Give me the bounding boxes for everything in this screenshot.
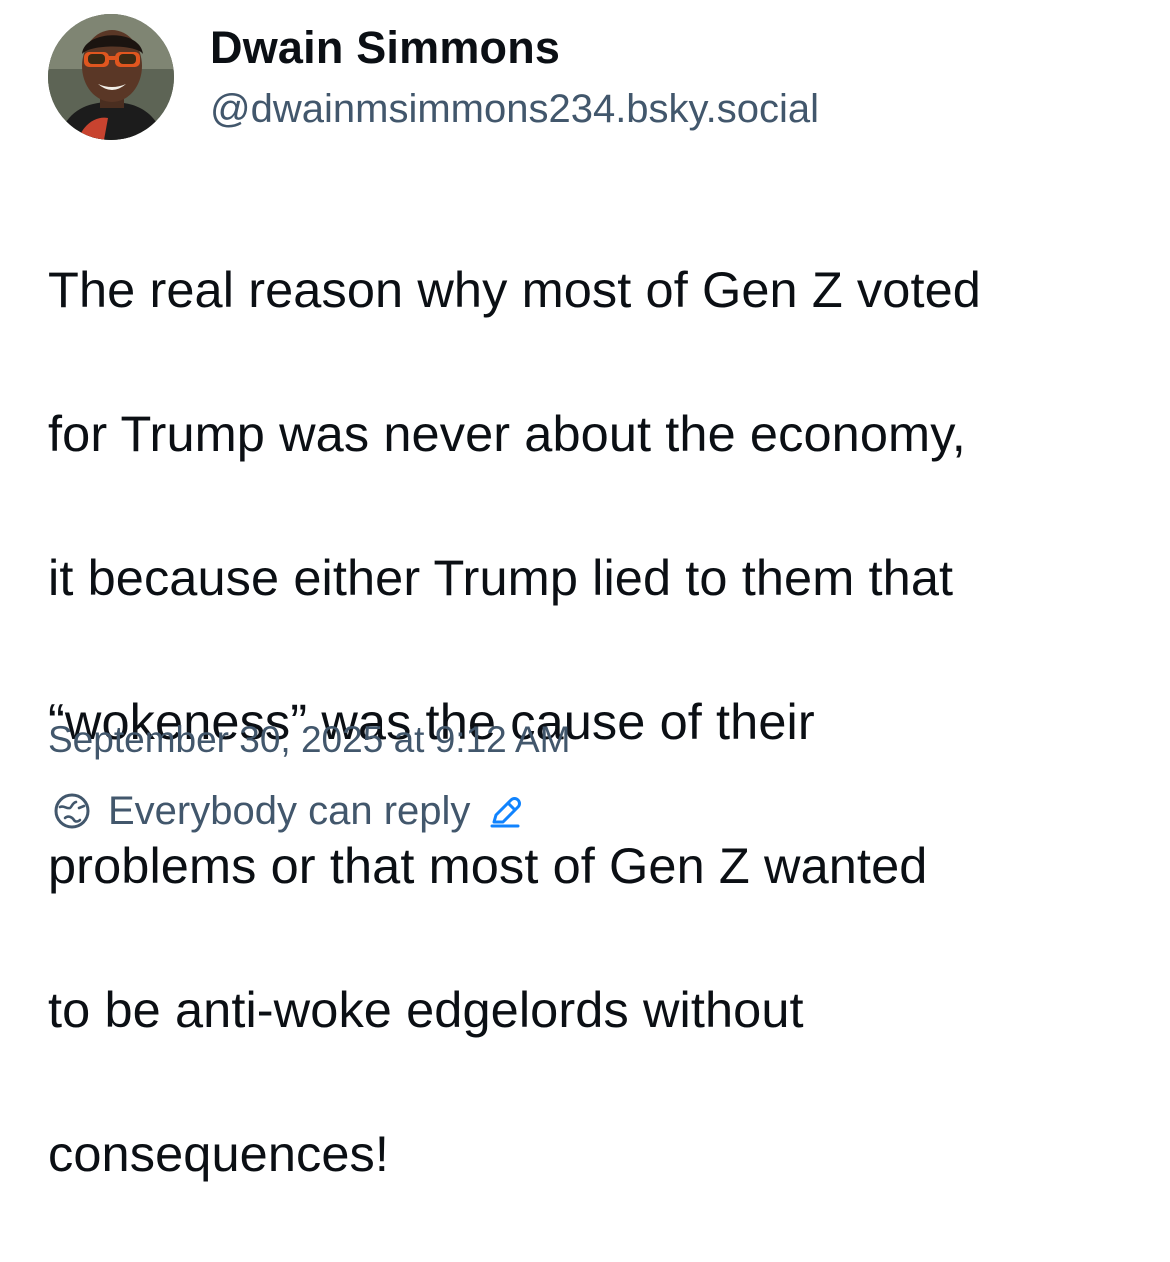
- post-text-line: consequences!: [48, 1125, 390, 1182]
- post-text-line: problems or that most of Gen Z wanted: [48, 837, 928, 894]
- author-handle[interactable]: @dwainmsimmons234.bsky.social: [210, 86, 819, 132]
- reply-settings[interactable]: Everybody can reply: [50, 786, 524, 836]
- post-text-line: it because either Trump lied to them tha…: [48, 549, 954, 606]
- post-text-line: The real reason why most of Gen Z voted: [48, 261, 981, 318]
- author-display-name[interactable]: Dwain Simmons: [210, 22, 819, 74]
- avatar[interactable]: [48, 14, 174, 140]
- post-text-line: for Trump was never about the economy,: [48, 405, 966, 462]
- avatar-image: [48, 14, 174, 140]
- globe-reply-icon: [50, 789, 94, 833]
- reply-settings-label[interactable]: Everybody can reply: [108, 788, 470, 834]
- post-detail: Dwain Simmons @dwainmsimmons234.bsky.soc…: [0, 0, 1170, 1182]
- author-block[interactable]: Dwain Simmons @dwainmsimmons234.bsky.soc…: [210, 22, 819, 132]
- post-timestamp: September 30, 2025 at 9:12 AM: [48, 719, 571, 760]
- post-text-line: to be anti-woke edgelords without: [48, 981, 804, 1038]
- pencil-icon[interactable]: [486, 792, 524, 830]
